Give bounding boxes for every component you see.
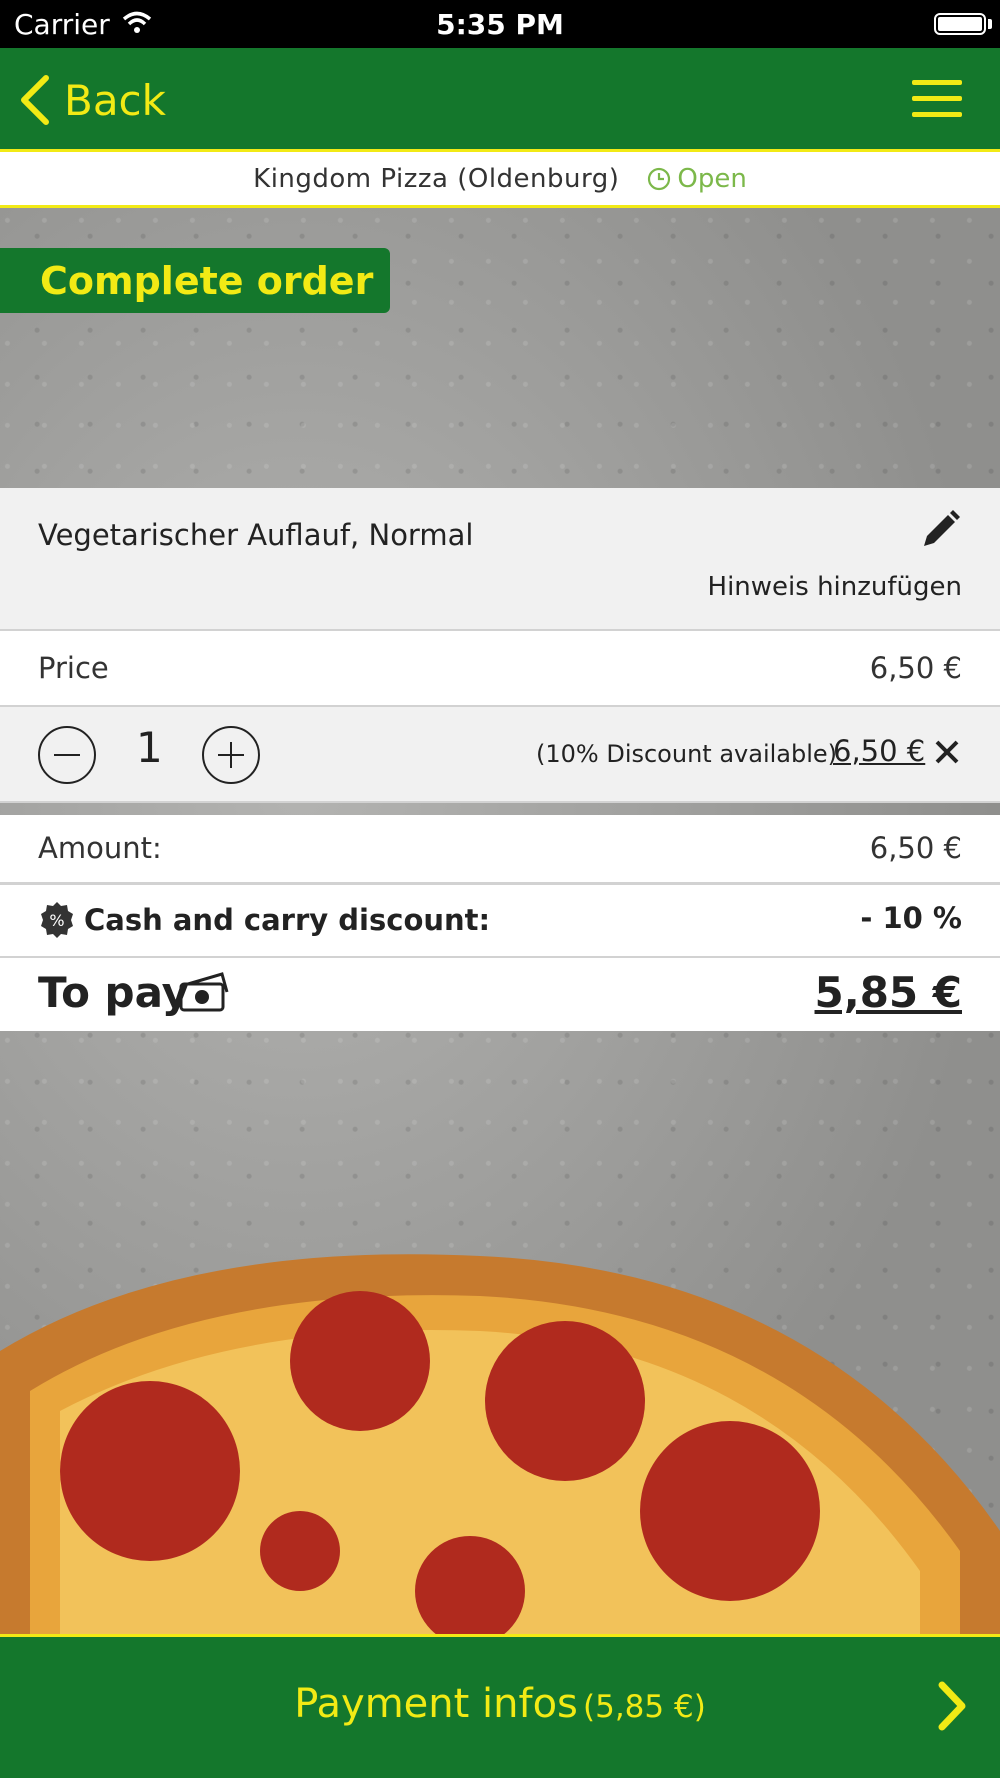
open-status: Open — [647, 163, 747, 194]
restaurant-name: Kingdom Pizza (Oldenburg) — [253, 163, 620, 194]
open-status-label: Open — [677, 163, 747, 194]
line-total: 6,50 € — [833, 734, 926, 768]
status-bar: Carrier 5:35 PM — [0, 0, 1000, 48]
payment-infos-button[interactable]: Payment infos (5,85 €) — [0, 1634, 1000, 1778]
add-note-link[interactable]: Hinweis hinzufügen — [708, 572, 962, 602]
amount-label: Amount: — [38, 831, 162, 865]
pencil-icon[interactable] — [918, 508, 962, 552]
discount-row: % Cash and carry discount: - 10 % — [0, 885, 1000, 958]
payment-infos-label: Payment infos — [294, 1681, 578, 1727]
price-row: Price 6,50 € — [0, 631, 1000, 707]
payment-infos-amount: (5,85 €) — [583, 1689, 706, 1725]
clock-icon — [648, 167, 671, 190]
payment-infos-text: Payment infos (5,85 €) — [0, 1681, 1000, 1727]
minus-icon — [54, 754, 80, 756]
close-icon[interactable] — [932, 737, 962, 767]
decrease-quantity-button[interactable] — [38, 726, 96, 784]
navigation-bar: Back — [0, 48, 1000, 152]
to-pay-row: To pay 5,85 € — [0, 958, 1000, 1031]
to-pay-label: To pay — [38, 968, 190, 1017]
discount-note: (10% Discount available) — [536, 740, 838, 768]
back-label: Back — [64, 75, 166, 125]
increase-quantity-button[interactable] — [202, 726, 260, 784]
chevron-right-icon — [938, 1681, 966, 1731]
page-title: Complete order — [0, 248, 390, 313]
price-value: 6,50 € — [869, 651, 962, 685]
cart-item-card: Vegetarischer Auflauf, Normal Hinweis hi… — [0, 488, 1000, 631]
item-name: Vegetarischer Auflauf, Normal — [38, 518, 474, 552]
battery-icon — [934, 13, 986, 35]
clock-time: 5:35 PM — [436, 8, 564, 41]
pizza-image — [0, 1254, 1000, 1634]
amount-row: Amount: 6,50 € — [0, 815, 1000, 885]
discount-value: - 10 % — [860, 901, 962, 935]
svg-text:%: % — [49, 911, 64, 930]
percent-badge-icon: % — [41, 902, 73, 938]
quantity-value: 1 — [136, 723, 163, 772]
amount-value: 6,50 € — [869, 831, 962, 865]
money-icon — [179, 972, 229, 1012]
to-pay-value: 5,85 € — [814, 968, 962, 1017]
battery-tip — [988, 19, 992, 29]
hamburger-menu-icon[interactable] — [912, 80, 962, 118]
back-chevron-icon — [21, 75, 49, 125]
back-button[interactable]: Back — [16, 72, 166, 128]
quantity-row: 1 (10% Discount available) 6,50 € — [0, 707, 1000, 803]
restaurant-bar: Kingdom Pizza (Oldenburg) Open — [0, 152, 1000, 208]
price-label: Price — [38, 651, 109, 685]
plus-icon — [218, 742, 244, 768]
discount-label: Cash and carry discount: — [84, 903, 491, 937]
